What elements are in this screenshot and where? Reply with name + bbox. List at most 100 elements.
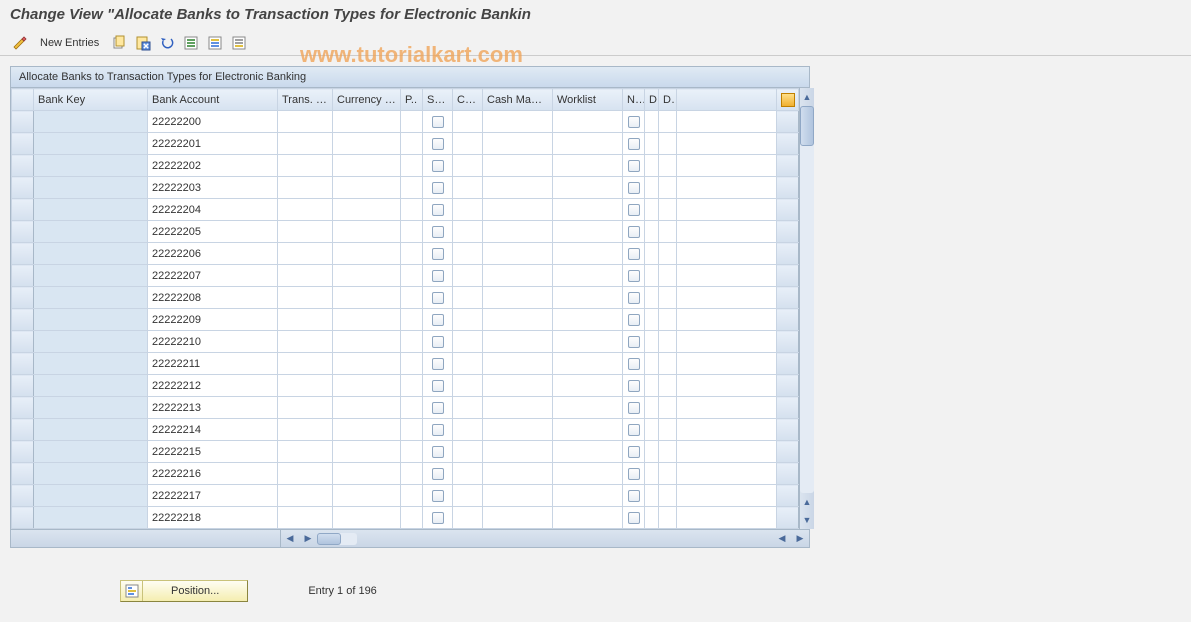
- cell-bank-key[interactable]: [34, 331, 148, 353]
- cell-d1[interactable]: [645, 265, 659, 287]
- cell-worklist[interactable]: [553, 353, 623, 375]
- cell-trans-type[interactable]: [278, 221, 333, 243]
- row-selector[interactable]: [12, 287, 34, 309]
- row-selector[interactable]: [12, 397, 34, 419]
- checkbox-icon[interactable]: [432, 160, 444, 172]
- cell-n[interactable]: [623, 111, 645, 133]
- cell-p[interactable]: [401, 331, 423, 353]
- cell-d2[interactable]: [659, 221, 677, 243]
- checkbox-icon[interactable]: [628, 314, 640, 326]
- cell-bank-key[interactable]: [34, 419, 148, 441]
- cell-worklist[interactable]: [553, 133, 623, 155]
- cell-n[interactable]: [623, 441, 645, 463]
- checkbox-icon[interactable]: [432, 380, 444, 392]
- cell-n[interactable]: [623, 353, 645, 375]
- cell-d1[interactable]: [645, 419, 659, 441]
- cell-worklist[interactable]: [553, 221, 623, 243]
- cell-currency[interactable]: [333, 111, 401, 133]
- cell-d1[interactable]: [645, 441, 659, 463]
- cell-p[interactable]: [401, 177, 423, 199]
- cell-co[interactable]: [453, 397, 483, 419]
- cell-bank-account[interactable]: 22222212: [148, 375, 278, 397]
- cell-p[interactable]: [401, 485, 423, 507]
- checkbox-icon[interactable]: [628, 204, 640, 216]
- table-row[interactable]: 22222206: [12, 243, 799, 265]
- cell-cash-mana[interactable]: [483, 485, 553, 507]
- scroll-right-arrow[interactable]: ▶: [301, 532, 315, 546]
- cell-cash-mana[interactable]: [483, 309, 553, 331]
- cell-su[interactable]: [423, 243, 453, 265]
- checkbox-icon[interactable]: [432, 270, 444, 282]
- cell-co[interactable]: [453, 199, 483, 221]
- cell-co[interactable]: [453, 177, 483, 199]
- cell-su[interactable]: [423, 375, 453, 397]
- cell-co[interactable]: [453, 287, 483, 309]
- row-selector[interactable]: [12, 177, 34, 199]
- cell-su[interactable]: [423, 265, 453, 287]
- cell-p[interactable]: [401, 419, 423, 441]
- col-selector[interactable]: [12, 89, 34, 111]
- cell-p[interactable]: [401, 463, 423, 485]
- cell-bank-key[interactable]: [34, 243, 148, 265]
- cell-trans-type[interactable]: [278, 419, 333, 441]
- cell-bank-key[interactable]: [34, 133, 148, 155]
- cell-p[interactable]: [401, 353, 423, 375]
- cell-co[interactable]: [453, 463, 483, 485]
- table-row[interactable]: 22222203: [12, 177, 799, 199]
- cell-n[interactable]: [623, 485, 645, 507]
- row-selector[interactable]: [12, 441, 34, 463]
- cell-su[interactable]: [423, 111, 453, 133]
- scroll-up-arrow[interactable]: ▲: [800, 90, 814, 104]
- cell-n[interactable]: [623, 287, 645, 309]
- checkbox-icon[interactable]: [628, 402, 640, 414]
- cell-n[interactable]: [623, 375, 645, 397]
- cell-bank-account[interactable]: 22222218: [148, 507, 278, 529]
- cell-currency[interactable]: [333, 177, 401, 199]
- cell-d2[interactable]: [659, 111, 677, 133]
- cell-trans-type[interactable]: [278, 199, 333, 221]
- cell-worklist[interactable]: [553, 177, 623, 199]
- cell-bank-account[interactable]: 22222210: [148, 331, 278, 353]
- table-row[interactable]: 22222209: [12, 309, 799, 331]
- cell-co[interactable]: [453, 419, 483, 441]
- cell-currency[interactable]: [333, 221, 401, 243]
- cell-d2[interactable]: [659, 309, 677, 331]
- cell-worklist[interactable]: [553, 419, 623, 441]
- table-row[interactable]: 22222212: [12, 375, 799, 397]
- cell-d1[interactable]: [645, 309, 659, 331]
- checkbox-icon[interactable]: [432, 358, 444, 370]
- scroll-up2-arrow[interactable]: ▲: [800, 495, 814, 509]
- col-d2[interactable]: D..: [659, 89, 677, 111]
- cell-co[interactable]: [453, 485, 483, 507]
- data-grid[interactable]: Bank Key Bank Account Trans. t... Curren…: [11, 88, 799, 529]
- cell-currency[interactable]: [333, 265, 401, 287]
- cell-worklist[interactable]: [553, 397, 623, 419]
- cell-trans-type[interactable]: [278, 243, 333, 265]
- row-selector[interactable]: [12, 507, 34, 529]
- cell-co[interactable]: [453, 309, 483, 331]
- cell-n[interactable]: [623, 419, 645, 441]
- cell-su[interactable]: [423, 133, 453, 155]
- cell-su[interactable]: [423, 485, 453, 507]
- cell-d2[interactable]: [659, 265, 677, 287]
- toggle-display-change-icon[interactable]: [10, 33, 30, 53]
- row-selector[interactable]: [12, 463, 34, 485]
- checkbox-icon[interactable]: [628, 490, 640, 502]
- cell-co[interactable]: [453, 331, 483, 353]
- row-selector[interactable]: [12, 111, 34, 133]
- cell-bank-account[interactable]: 22222202: [148, 155, 278, 177]
- horizontal-scrollbar[interactable]: ◀ ▶ ◀ ▶: [11, 529, 809, 547]
- checkbox-icon[interactable]: [432, 226, 444, 238]
- cell-currency[interactable]: [333, 309, 401, 331]
- cell-d2[interactable]: [659, 485, 677, 507]
- cell-n[interactable]: [623, 331, 645, 353]
- row-selector[interactable]: [12, 331, 34, 353]
- cell-cash-mana[interactable]: [483, 133, 553, 155]
- cell-su[interactable]: [423, 441, 453, 463]
- cell-n[interactable]: [623, 243, 645, 265]
- cell-trans-type[interactable]: [278, 331, 333, 353]
- cell-su[interactable]: [423, 463, 453, 485]
- cell-worklist[interactable]: [553, 507, 623, 529]
- cell-d1[interactable]: [645, 221, 659, 243]
- cell-currency[interactable]: [333, 331, 401, 353]
